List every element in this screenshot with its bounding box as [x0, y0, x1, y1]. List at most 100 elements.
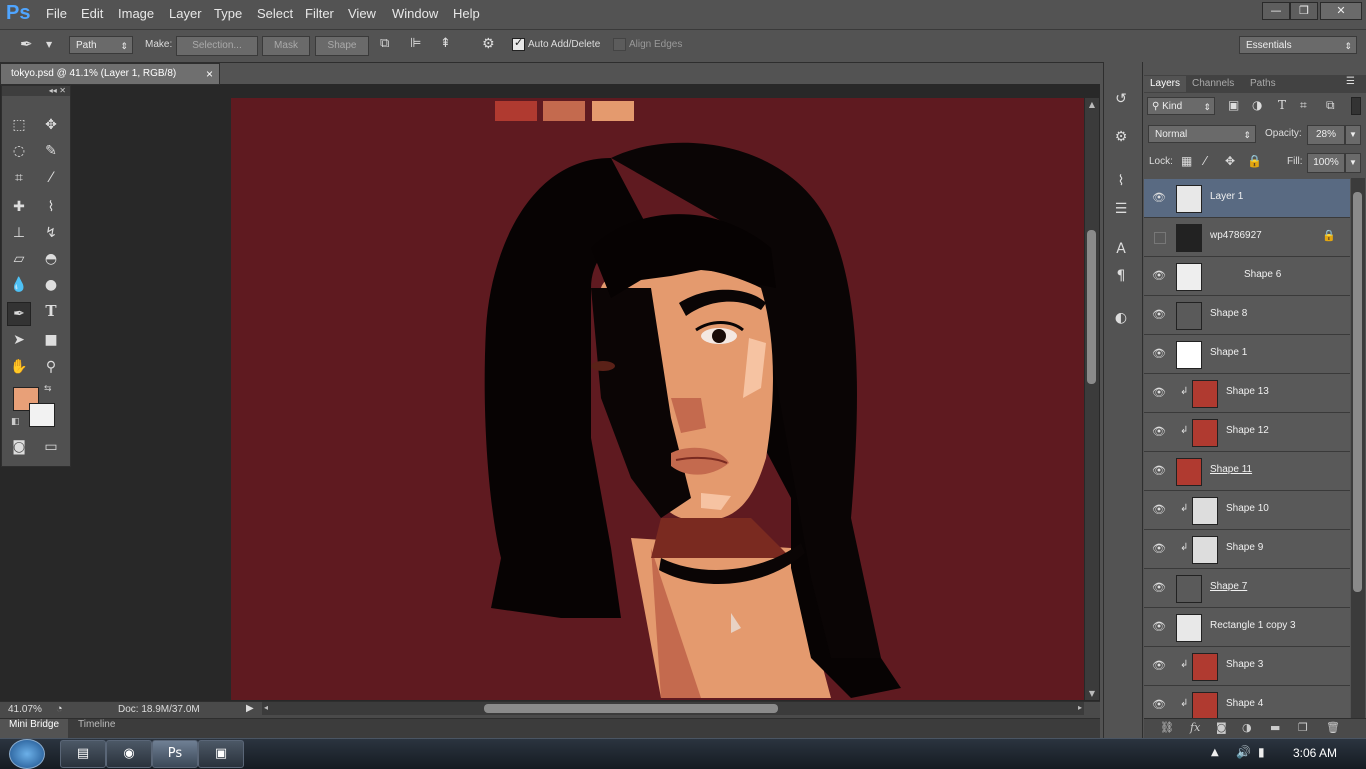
filter-pixel-icon[interactable]: ▣ [1228, 98, 1239, 112]
fill-dropdown-icon[interactable]: ▼ [1345, 153, 1361, 173]
new-layer-icon[interactable]: ❐ [1298, 721, 1308, 734]
layer-thumbnail[interactable] [1176, 263, 1202, 291]
scroll-down-icon[interactable]: ▼ [1085, 689, 1099, 698]
move-tool-icon[interactable]: ✥ [40, 114, 62, 136]
screen-mode-icon[interactable]: ▭ [40, 436, 62, 458]
lock-image-icon[interactable]: ⁄ [1204, 154, 1206, 168]
paint-bucket-tool-icon[interactable]: ◓ [40, 248, 62, 270]
vertical-scrollbar[interactable]: ▲ ▼ [1085, 98, 1099, 700]
layer-name[interactable]: Shape 12 [1226, 425, 1269, 436]
eye-icon[interactable]: 👁 [1152, 698, 1166, 712]
layer-thumbnail[interactable] [1176, 458, 1202, 486]
layer-row[interactable]: 👁 ↲ Shape 10 [1144, 491, 1350, 530]
healing-brush-tool-icon[interactable]: ✚ [8, 196, 30, 218]
layer-name[interactable]: Shape 13 [1226, 386, 1269, 397]
history-icon[interactable]: ↺ [1110, 88, 1132, 110]
pen-tool-icon[interactable]: ✒ [7, 302, 31, 326]
layer-row[interactable]: 👁 ↲ Shape 12 [1144, 413, 1350, 452]
delete-layer-icon[interactable]: 🗑 [1326, 721, 1340, 734]
layer-thumbnail[interactable] [1176, 302, 1202, 330]
layer-thumbnail[interactable] [1176, 224, 1202, 252]
layer-thumbnail[interactable] [1192, 692, 1218, 720]
new-group-icon[interactable]: ▬ [1270, 721, 1280, 734]
layer-name[interactable]: Shape 6 [1244, 269, 1281, 280]
align-edges-checkbox[interactable] [613, 38, 626, 51]
eye-icon[interactable]: 👁 [1152, 425, 1166, 439]
properties-icon[interactable]: ⚙ [1110, 126, 1132, 148]
link-layers-icon[interactable]: ⛓ [1160, 721, 1174, 734]
eye-icon[interactable]: 👁 [1152, 308, 1166, 322]
menu-layer[interactable]: Layer [169, 6, 202, 21]
layers-scrollbar[interactable] [1351, 178, 1365, 718]
layer-name[interactable]: Shape 10 [1226, 503, 1269, 514]
lock-transparent-icon[interactable]: ▦ [1181, 154, 1192, 168]
tab-layers[interactable]: Layers [1144, 76, 1186, 92]
layer-row[interactable]: 👁 Shape 7 [1144, 569, 1350, 608]
layer-row[interactable]: wp4786927 🔒 [1144, 218, 1350, 257]
layer-thumbnail[interactable] [1192, 380, 1218, 408]
layer-name[interactable]: Shape 11 [1210, 464, 1252, 475]
layer-row[interactable]: 👁 ↲ Shape 9 [1144, 530, 1350, 569]
visibility-toggle[interactable] [1154, 232, 1166, 244]
filter-adjustment-icon[interactable]: ◑ [1252, 98, 1262, 112]
lock-position-icon[interactable]: ✥ [1225, 154, 1235, 168]
path-operations-icon[interactable]: ⧉ [380, 36, 398, 54]
horizontal-scrollbar[interactable]: ◂ ▸ [262, 702, 1084, 715]
character-icon[interactable]: A [1110, 238, 1132, 260]
layer-thumbnail[interactable] [1176, 614, 1202, 642]
layer-row[interactable]: 👁 ↲ Shape 3 [1144, 647, 1350, 686]
eye-icon[interactable]: 👁 [1152, 542, 1166, 556]
make-mask-button[interactable]: Mask [262, 36, 310, 56]
tab-timeline[interactable]: Timeline [78, 719, 115, 730]
crop-tool-icon[interactable]: ⌗ [8, 167, 30, 189]
tray-expand-icon[interactable]: ▲ [1211, 747, 1219, 758]
taskbar-chrome-icon[interactable]: ◉ [106, 740, 152, 768]
taskbar-photoshop-icon[interactable]: Ps [152, 740, 198, 768]
filter-smart-object-icon[interactable]: ⧉ [1326, 98, 1335, 113]
layer-filter-kind-select[interactable]: ⚲ Kind ⇕ [1147, 97, 1215, 115]
scroll-up-icon[interactable]: ▲ [1085, 100, 1099, 109]
layer-row[interactable]: 👁 Shape 6 [1144, 257, 1350, 296]
layer-thumbnail[interactable] [1192, 497, 1218, 525]
status-menu-arrow-icon[interactable]: ▶ [246, 703, 254, 714]
eye-icon[interactable]: 👁 [1152, 659, 1166, 673]
restore-button[interactable]: ❐ [1290, 2, 1318, 20]
tab-channels[interactable]: Channels [1192, 76, 1234, 92]
layer-thumbnail[interactable] [1176, 341, 1202, 369]
add-mask-icon[interactable]: ◙ [1216, 721, 1227, 734]
layer-name[interactable]: Rectangle 1 copy 3 [1210, 620, 1296, 631]
clone-stamp-tool-icon[interactable]: ⊥ [8, 222, 30, 244]
swatches-icon[interactable]: ◐ [1110, 307, 1132, 329]
eye-icon[interactable]: 👁 [1152, 464, 1166, 478]
make-selection-button[interactable]: Selection... [176, 36, 258, 56]
layer-thumbnail[interactable] [1176, 185, 1202, 213]
lock-all-icon[interactable]: 🔒 [1247, 154, 1262, 168]
layer-name[interactable]: wp4786927 [1210, 230, 1262, 241]
marquee-tool-icon[interactable]: ⬚ [8, 114, 30, 136]
layer-name[interactable]: Layer 1 [1210, 191, 1243, 202]
pen-tool-preset-icon[interactable]: ✒ [20, 35, 42, 55]
eraser-tool-icon[interactable]: ▱ [8, 248, 30, 270]
menu-file[interactable]: File [46, 6, 67, 21]
horizontal-scroll-thumb[interactable] [484, 704, 778, 713]
menu-help[interactable]: Help [453, 6, 480, 21]
layer-row[interactable]: 👁 Shape 1 [1144, 335, 1350, 374]
quick-selection-tool-icon[interactable]: ✎ [40, 140, 62, 162]
eye-icon[interactable]: 👁 [1152, 386, 1166, 400]
menu-view[interactable]: View [348, 6, 376, 21]
layer-row[interactable]: 👁 Shape 11 [1144, 452, 1350, 491]
fill-field[interactable]: 100% [1307, 153, 1345, 173]
opacity-field[interactable]: 28% [1307, 125, 1345, 145]
workspace-select[interactable]: Essentials ⇕ [1239, 36, 1357, 54]
taskbar-screen-icon[interactable]: ▣ [198, 740, 244, 768]
taskbar-clock[interactable]: 3:06 AM [1293, 746, 1337, 760]
layer-name[interactable]: Shape 1 [1210, 347, 1247, 358]
eye-icon[interactable]: 👁 [1152, 620, 1166, 634]
brush-tool-icon[interactable]: ⌇ [40, 196, 62, 218]
menu-image[interactable]: Image [118, 6, 154, 21]
eye-icon[interactable]: 👁 [1152, 347, 1166, 361]
zoom-tool-icon[interactable]: ⚲ [40, 356, 62, 378]
document-tab[interactable]: tokyo.psd @ 41.1% (Layer 1, RGB/8) × [0, 63, 220, 85]
dodge-tool-icon[interactable]: ● [40, 274, 62, 296]
panel-menu-icon[interactable]: ☰ [1346, 76, 1355, 87]
